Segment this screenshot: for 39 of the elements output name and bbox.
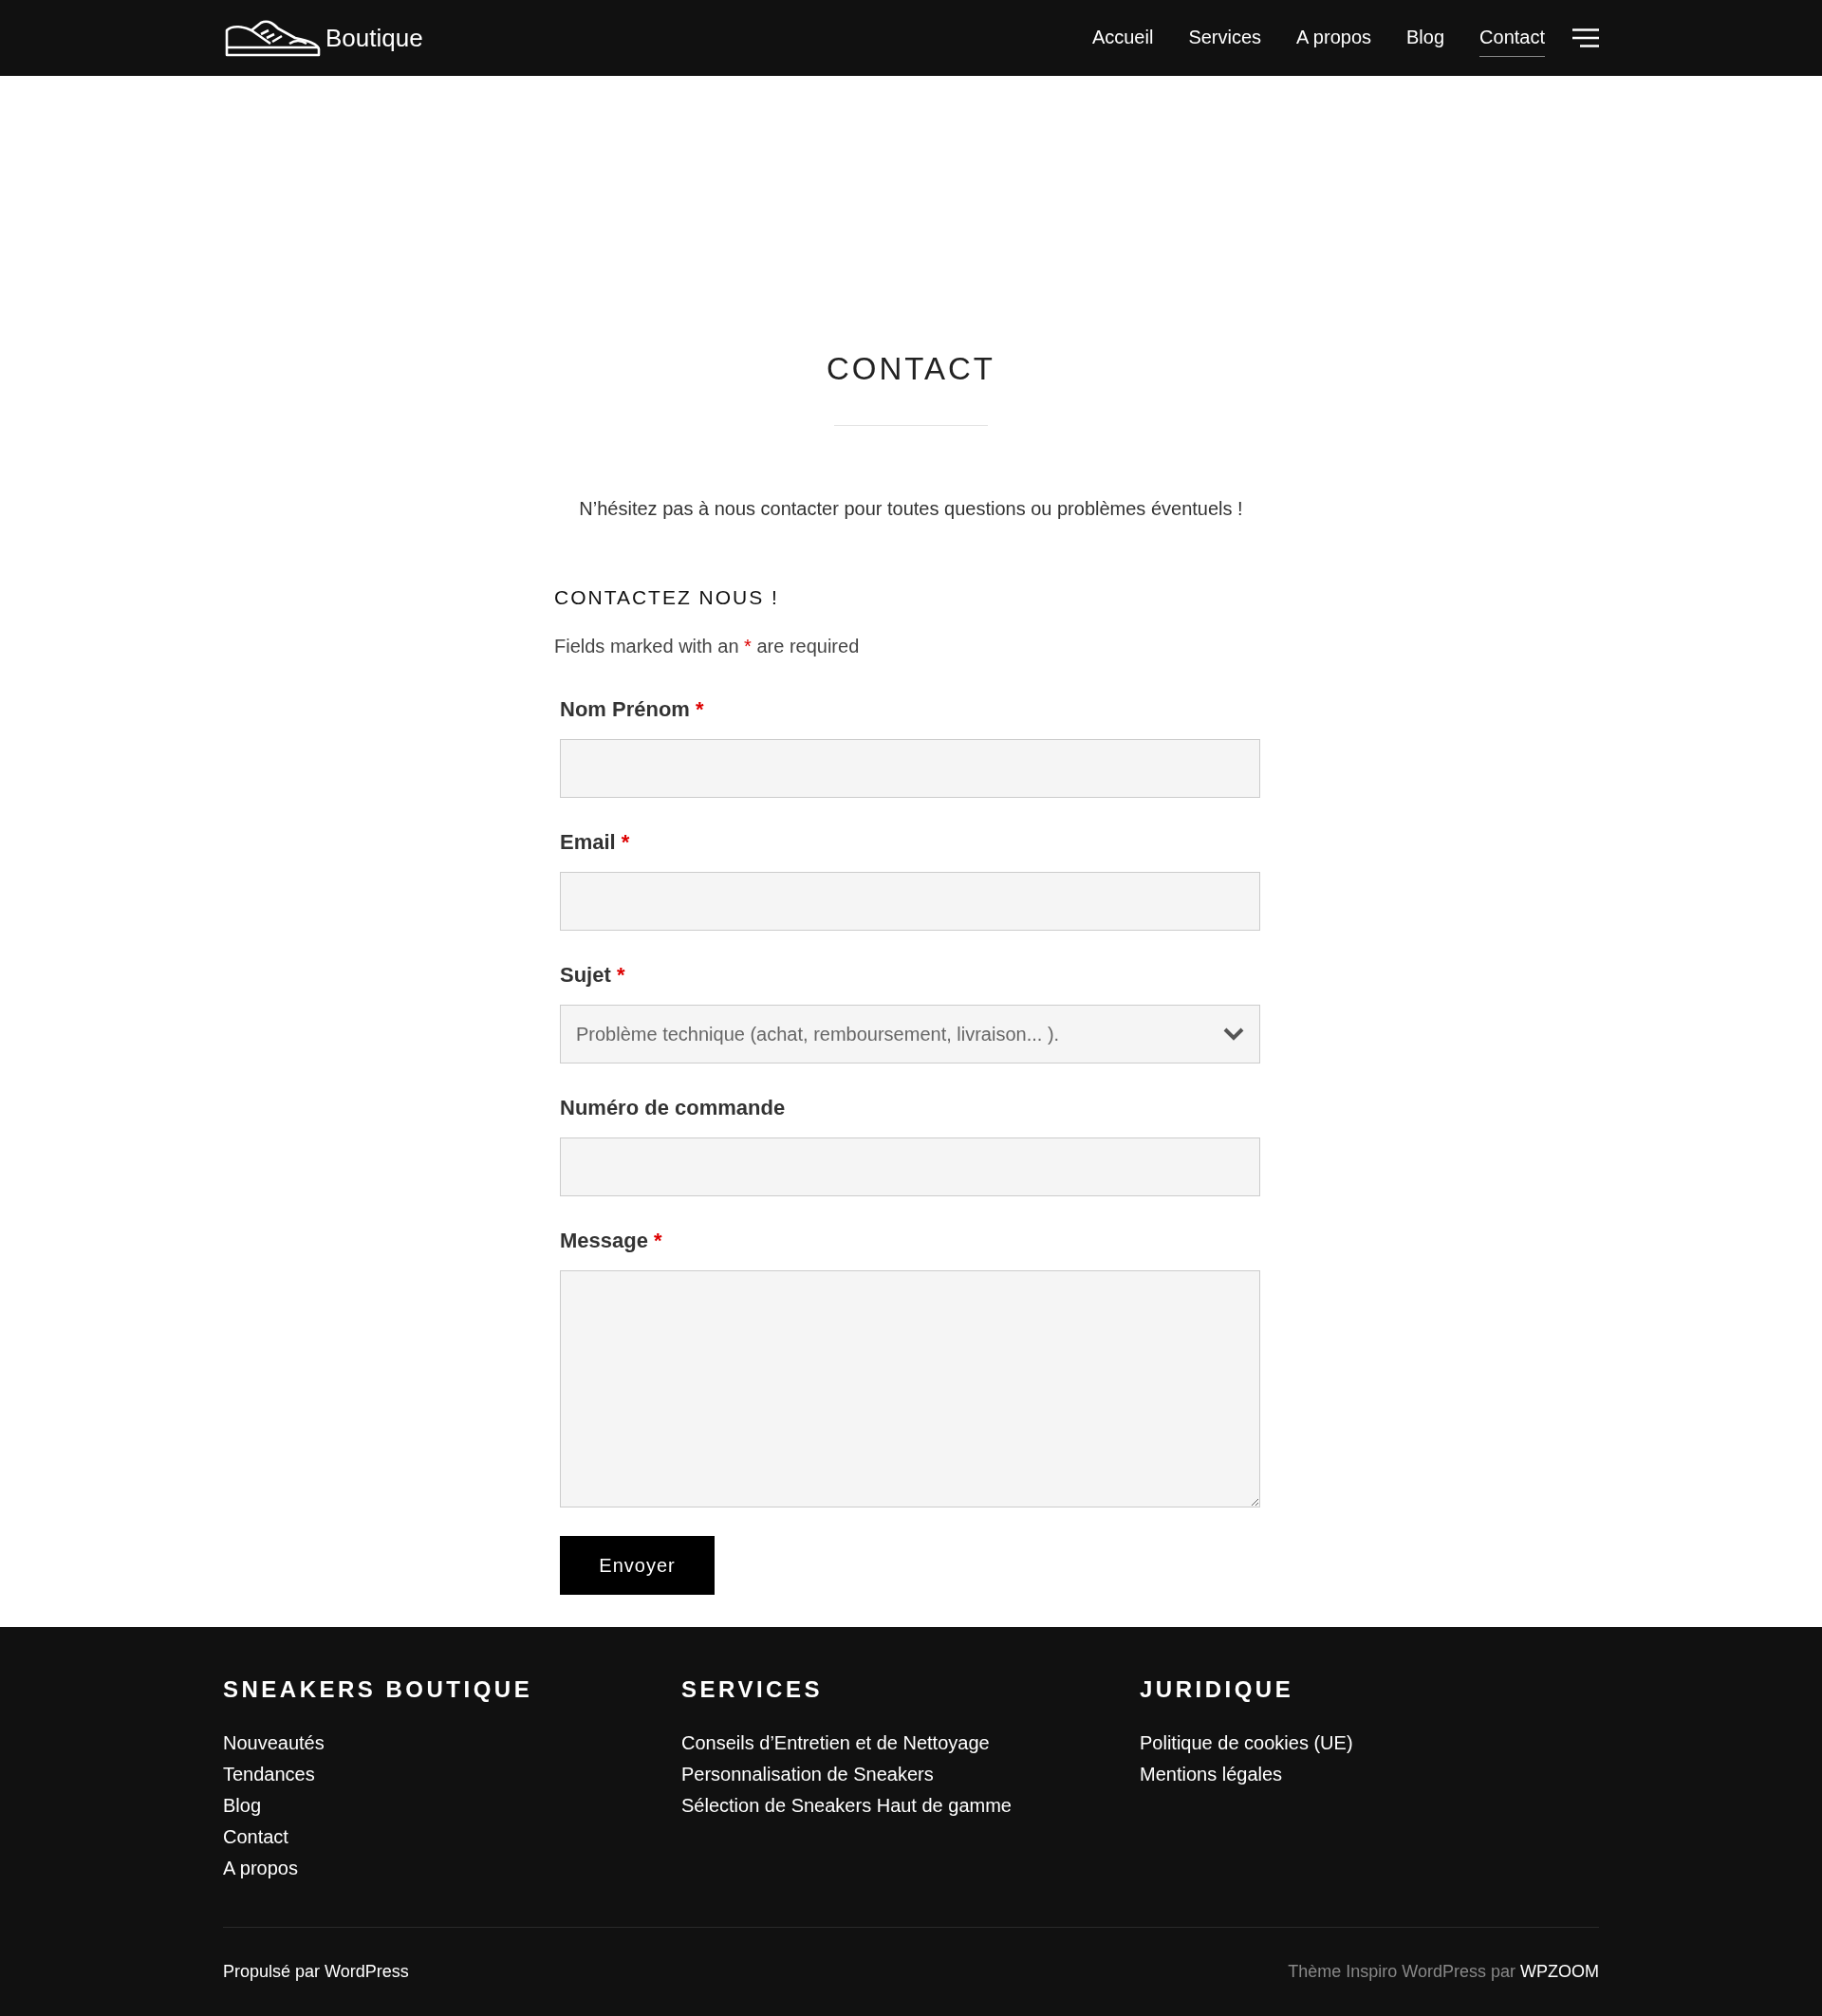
theme-credit: Thème Inspiro WordPress par WPZOOM [1288, 1962, 1599, 1982]
footer-link[interactable]: Conseils d’Entretien et de Nettoyage [681, 1728, 1140, 1759]
theme-author-link[interactable]: WPZOOM [1520, 1962, 1599, 1981]
intro-text: N’hésitez pas à nous contacter pour toutes questions ou problèmes éventuels ! [579, 498, 1243, 520]
footer-link[interactable]: Personnalisation de Sneakers [681, 1759, 1140, 1790]
footer-link[interactable]: A propos [223, 1853, 681, 1884]
footer-link[interactable]: Politique de cookies (UE) [1140, 1728, 1598, 1759]
footer-link[interactable]: Nouveautés [223, 1728, 681, 1759]
field-label: Nom Prénom * [560, 697, 705, 722]
footer-link[interactable]: Mentions légales [1140, 1759, 1598, 1790]
footer-heading: SNEAKERS BOUTIQUE [223, 1676, 534, 1703]
menu-icon[interactable] [1572, 28, 1599, 47]
powered-by-link[interactable]: Propulsé par WordPress [223, 1962, 409, 1982]
nav-link[interactable]: A propos [1296, 19, 1372, 57]
subject-dropdown[interactable]: Problème technique (achat, remboursement, livraison... ). [560, 1005, 1260, 1063]
submit-button[interactable]: Envoyer [560, 1536, 715, 1595]
field-label: Message * [560, 1229, 663, 1253]
nav-link[interactable]: Contact [1479, 19, 1545, 57]
footer-link[interactable]: Blog [223, 1790, 681, 1822]
footer-link[interactable]: Contact [223, 1822, 681, 1853]
message-field[interactable] [560, 1270, 1260, 1507]
chevron-down-icon [1223, 1027, 1244, 1041]
footer-heading: SERVICES [681, 1676, 824, 1703]
site-title[interactable]: Boutique [325, 23, 423, 53]
footer-heading: JURIDIQUE [1140, 1676, 1295, 1703]
nav-link[interactable]: Blog [1406, 19, 1445, 57]
required-note: Fields marked with an * are required [554, 636, 861, 657]
text-field[interactable] [560, 1137, 1260, 1196]
text-field[interactable] [560, 739, 1260, 798]
form-title: CONTACTEZ NOUS ! [554, 586, 780, 609]
field-label: Email * [560, 830, 631, 855]
footer-link[interactable]: Sélection de Sneakers Haut de gamme [681, 1790, 1140, 1822]
nav-link[interactable]: Accueil [1091, 19, 1154, 57]
footer-link[interactable]: Tendances [223, 1759, 681, 1790]
text-field[interactable] [560, 872, 1260, 931]
nav-link[interactable]: Services [1188, 19, 1262, 57]
field-label: Sujet * [560, 963, 626, 988]
page-title: CONTACT [826, 351, 995, 387]
field-label: Numéro de commande [560, 1096, 787, 1120]
